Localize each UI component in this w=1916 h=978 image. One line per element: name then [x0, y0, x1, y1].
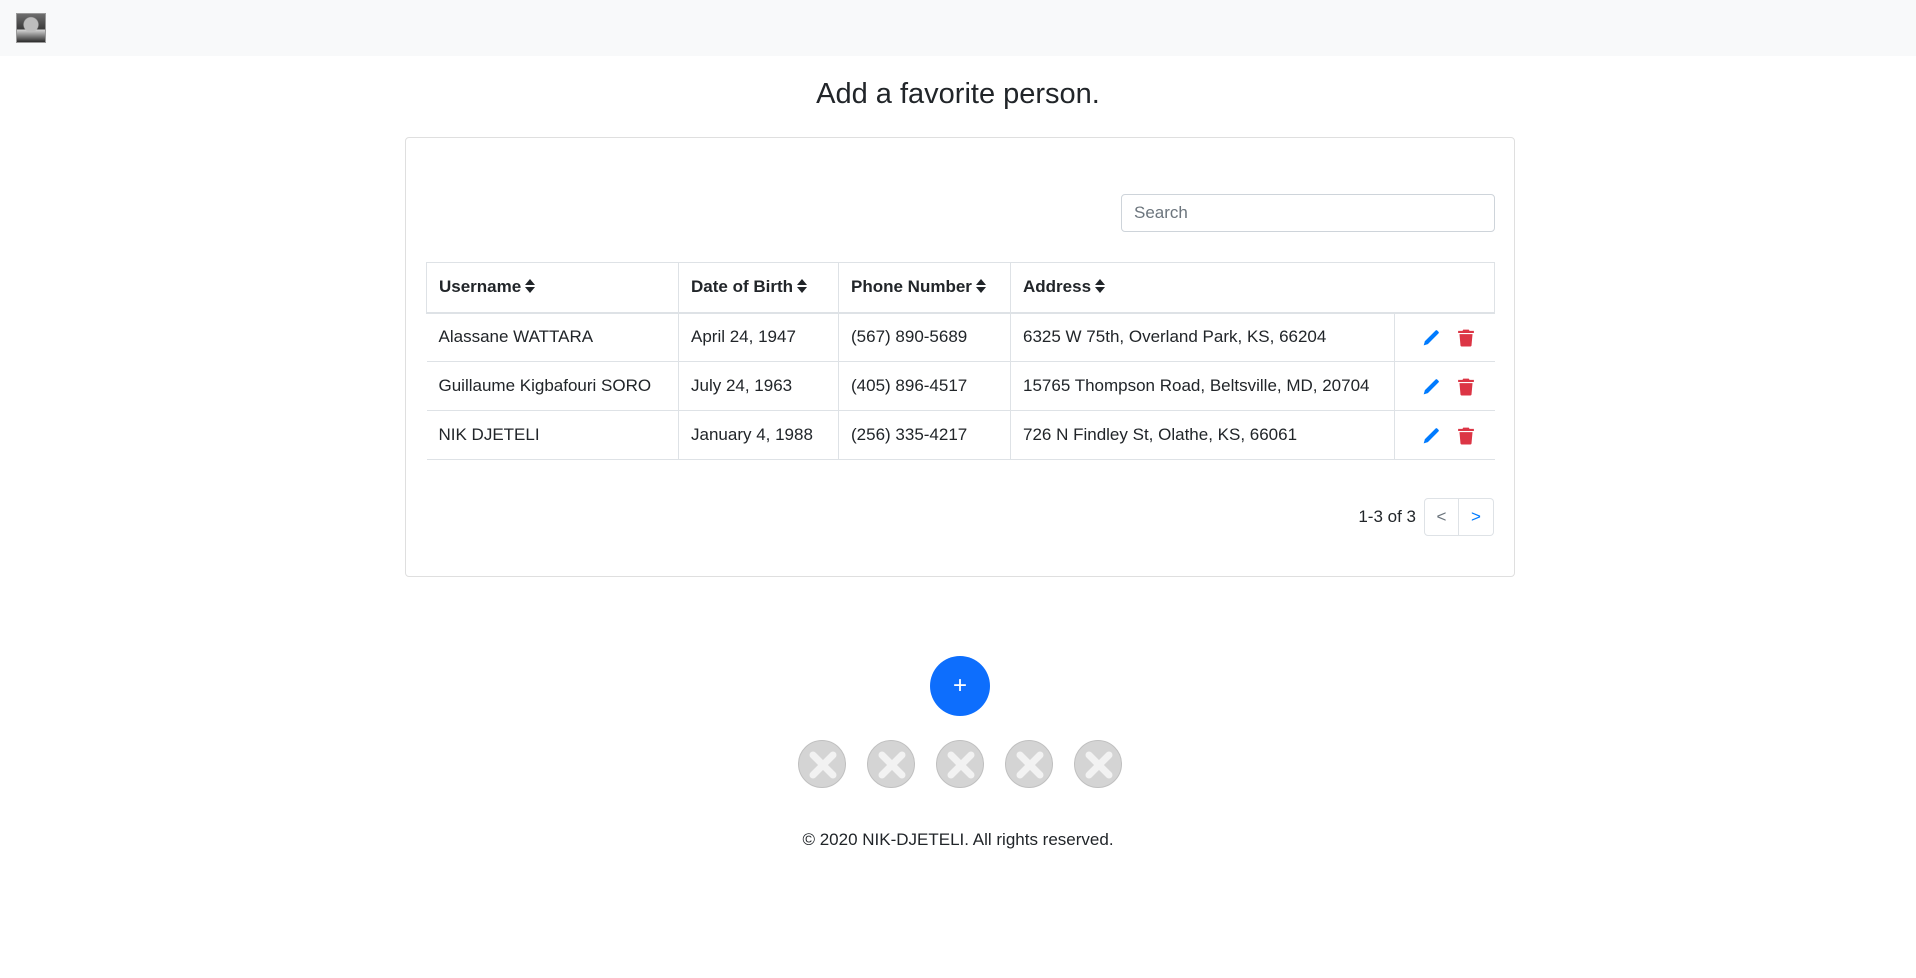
x-icon: [1016, 751, 1044, 779]
footer-copyright: © 2020 NIK-DJETELI. All rights reserved.: [802, 830, 1114, 849]
cell-username: Alassane WATTARA: [426, 312, 679, 362]
x-icon: [878, 751, 906, 779]
cell-address: 726 N Findley St, Olathe, KS, 66061: [1010, 410, 1395, 460]
row-actions: [1393, 361, 1495, 411]
sort-icon: [1095, 279, 1106, 294]
column-header-username[interactable]: Username: [426, 262, 679, 314]
row-actions: [1393, 312, 1495, 362]
column-header-phone[interactable]: Phone Number: [838, 262, 1011, 314]
x-icon: [1085, 751, 1113, 779]
edit-pencil-icon[interactable]: [1422, 427, 1440, 445]
delete-trash-icon[interactable]: [1457, 427, 1475, 445]
cell-dob: July 24, 1963: [678, 361, 839, 411]
delete-trash-icon[interactable]: [1457, 329, 1475, 347]
favorite-slot[interactable]: [1005, 740, 1053, 788]
people-table: Username Date of Birth Phone Number Addr…: [426, 262, 1495, 460]
favorite-slot[interactable]: [1074, 740, 1122, 788]
favorite-slot[interactable]: [867, 740, 915, 788]
sort-icon: [525, 279, 536, 294]
add-person-button[interactable]: +: [930, 656, 990, 716]
sort-icon: [975, 279, 986, 294]
cell-phone: (405) 896-4517: [838, 361, 1011, 411]
cell-dob: January 4, 1988: [678, 410, 839, 460]
navbar: [0, 0, 1916, 56]
cell-username: NIK DJETELI: [426, 410, 679, 460]
favorite-slot[interactable]: [798, 740, 846, 788]
x-icon: [809, 751, 837, 779]
pagination: 1-3 of 3 < >: [1358, 498, 1494, 536]
table-row: NIK DJETELI January 4, 1988 (256) 335-42…: [426, 410, 1495, 460]
x-icon: [947, 751, 975, 779]
column-header-address[interactable]: Address: [1010, 262, 1495, 314]
next-page-button[interactable]: >: [1459, 498, 1494, 536]
table-header-row: Username Date of Birth Phone Number Addr…: [426, 262, 1495, 314]
favorite-slot[interactable]: [936, 740, 984, 788]
edit-pencil-icon[interactable]: [1422, 378, 1440, 396]
cell-username: Guillaume Kigbafouri SORO: [426, 361, 679, 411]
favorite-slots: [798, 740, 1122, 788]
search-input[interactable]: [1121, 194, 1495, 232]
sort-icon: [797, 279, 807, 294]
cell-phone: (256) 335-4217: [838, 410, 1011, 460]
previous-page-button[interactable]: <: [1424, 498, 1459, 536]
column-header-dob[interactable]: Date of Birth: [678, 262, 839, 314]
avatar[interactable]: [16, 13, 46, 43]
row-actions: [1393, 410, 1495, 460]
edit-pencil-icon[interactable]: [1422, 329, 1440, 347]
page-title: Add a favorite person.: [816, 78, 1100, 110]
table-row: Guillaume Kigbafouri SORO July 24, 1963 …: [426, 361, 1495, 411]
cell-address: 15765 Thompson Road, Beltsville, MD, 207…: [1010, 361, 1395, 411]
people-card: Username Date of Birth Phone Number Addr…: [405, 137, 1515, 577]
table-row: Alassane WATTARA April 24, 1947 (567) 89…: [426, 312, 1495, 362]
cell-address: 6325 W 75th, Overland Park, KS, 66204: [1010, 312, 1395, 362]
cell-phone: (567) 890-5689: [838, 312, 1011, 362]
cell-dob: April 24, 1947: [678, 312, 839, 362]
delete-trash-icon[interactable]: [1457, 378, 1475, 396]
pagination-range: 1-3 of 3: [1358, 507, 1416, 526]
